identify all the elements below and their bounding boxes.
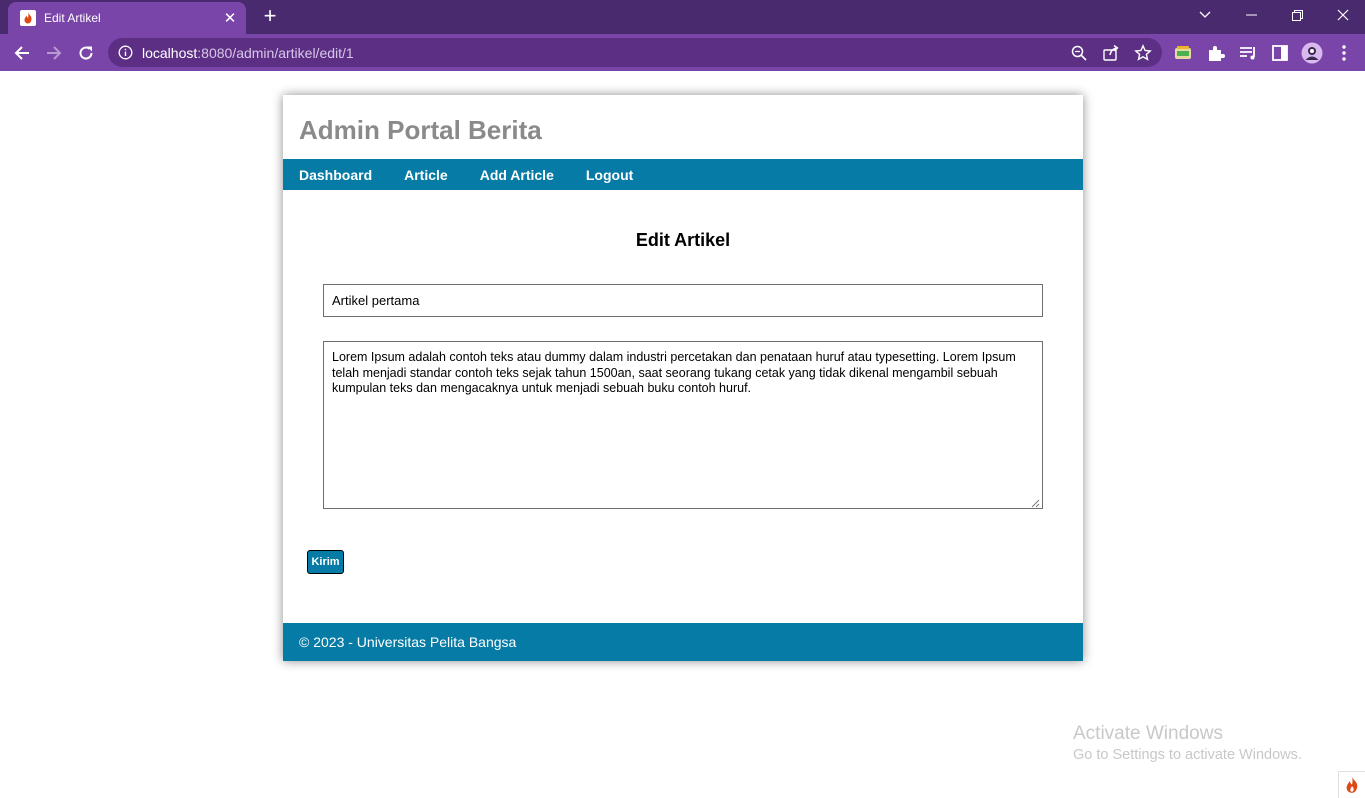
activate-windows-title: Activate Windows — [1073, 723, 1223, 744]
submit-button[interactable]: Kirim — [307, 550, 344, 574]
extensions-puzzle-icon[interactable] — [1205, 42, 1227, 64]
tab-search-chevron-icon[interactable] — [1182, 0, 1228, 30]
page-heading: Edit Artikel — [635, 230, 731, 250]
browser-menu-icon[interactable] — [1333, 42, 1355, 64]
nav-link-article[interactable]: Article — [404, 167, 448, 183]
back-arrow-icon[interactable] — [9, 40, 35, 66]
url-text: localhost:8080/admin/artikel/edit/1 — [142, 45, 354, 61]
admin-container: Admin Portal Berita Dashboard Article Ad… — [283, 95, 1083, 661]
new-tab-button[interactable]: + — [258, 4, 282, 28]
reload-icon[interactable] — [73, 40, 99, 66]
bookmark-star-icon[interactable] — [1134, 44, 1152, 62]
page-viewport: Admin Portal Berita Dashboard Article Ad… — [0, 71, 1365, 798]
restore-button[interactable] — [1274, 0, 1320, 30]
share-icon[interactable] — [1102, 44, 1120, 62]
browser-tab-active[interactable]: Edit Artikel ✕ — [8, 2, 246, 34]
reading-list-icon[interactable] — [1237, 42, 1259, 64]
article-content-textarea[interactable]: Lorem Ipsum adalah contoh teks atau dumm… — [323, 341, 1043, 509]
article-content-text: Lorem Ipsum adalah contoh teks atau dumm… — [332, 350, 1016, 395]
url-host: localhost — [142, 45, 198, 61]
browser-titlebar: Edit Artikel ✕ + — [0, 0, 1365, 34]
forward-arrow-icon[interactable] — [41, 40, 67, 66]
nav-link-dashboard[interactable]: Dashboard — [299, 167, 372, 183]
debug-toolbar-flame-icon[interactable] — [1338, 771, 1365, 798]
site-info-icon[interactable] — [118, 45, 133, 60]
nav-link-logout[interactable]: Logout — [586, 167, 633, 183]
address-bar[interactable]: localhost:8080/admin/artikel/edit/1 — [108, 38, 1162, 67]
profile-avatar[interactable] — [1301, 42, 1323, 64]
minimize-button[interactable] — [1228, 0, 1274, 30]
activate-windows-subtitle: Go to Settings to activate Windows. — [1073, 747, 1302, 763]
site-title: Admin Portal Berita — [299, 115, 542, 145]
windows-activation-watermark: Activate Windows Go to Settings to activ… — [1073, 723, 1302, 763]
tab-close-icon[interactable]: ✕ — [218, 9, 242, 27]
side-panel-icon[interactable] — [1269, 42, 1291, 64]
nav-link-add-article[interactable]: Add Article — [480, 167, 554, 183]
site-footer: © 2023 - Universitas Pelita Bangsa — [283, 623, 1083, 661]
zoom-icon[interactable] — [1070, 44, 1088, 62]
close-window-button[interactable] — [1320, 0, 1365, 30]
site-header: Admin Portal Berita — [283, 95, 1083, 159]
resize-grip-icon[interactable] — [1031, 497, 1040, 508]
url-path: :8080/admin/artikel/edit/1 — [197, 45, 354, 61]
article-title-input[interactable]: Artikel pertama — [323, 284, 1043, 317]
extension-app-icon[interactable] — [1172, 42, 1194, 64]
browser-toolbar: localhost:8080/admin/artikel/edit/1 — [0, 34, 1365, 71]
codeigniter-flame-icon — [20, 10, 36, 26]
main-nav: Dashboard Article Add Article Logout — [283, 159, 1083, 190]
tab-title: Edit Artikel — [44, 11, 101, 25]
